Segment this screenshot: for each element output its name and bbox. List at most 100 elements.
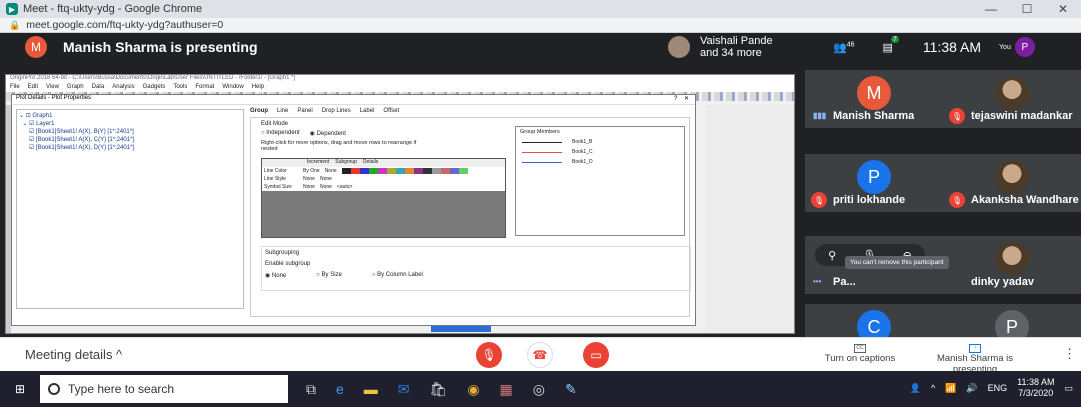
address-bar[interactable]: 🔒 meet.google.com/ftq-ukty-ydg?authuser=… [0, 18, 1081, 33]
subgroup-option-radio[interactable]: ○ By Column Label [372, 272, 423, 279]
dialog-help-button[interactable]: ? [674, 96, 677, 102]
origin-menu-item[interactable]: Analysis [112, 84, 134, 92]
group-members-box[interactable]: Group Members Book1_B Book1_C Book1_D [515, 126, 685, 236]
subgroup-option-radio[interactable]: ○ By Size [316, 272, 342, 279]
mic-off-button[interactable]: 🎙 [476, 342, 502, 368]
group-member[interactable]: Book1_D [522, 159, 678, 165]
color-swatch[interactable] [368, 168, 378, 174]
color-swatch[interactable] [386, 168, 396, 174]
leave-call-button[interactable]: ☎ [527, 342, 553, 368]
tab-label[interactable]: Label [360, 108, 375, 114]
file-explorer-icon[interactable]: ▬ [364, 381, 378, 397]
origin-menu-item[interactable]: Gadgets [143, 84, 166, 92]
minimize-button[interactable]: — [973, 0, 1009, 18]
independent-radio[interactable]: ○ Independent [261, 130, 300, 137]
grid-subgroup[interactable]: None [320, 176, 332, 182]
color-swatch[interactable] [359, 168, 369, 174]
dialog-close-button[interactable]: ✕ [684, 96, 689, 102]
tree-item[interactable]: ☑ [Book1]Sheet1! A(X), B(Y) [1*:2401*] [19, 128, 241, 136]
maximize-button[interactable]: ☐ [1009, 0, 1045, 18]
plot-tree[interactable]: ⌄ ⊡ Graph1 ⌄ ☑ Layer1 ☑ [Book1]Sheet1! A… [16, 109, 244, 309]
origin-menu-item[interactable]: Graph [67, 84, 84, 92]
people-button[interactable]: 👥46 [833, 41, 855, 54]
origin-menu-item[interactable]: Edit [28, 84, 38, 92]
meeting-details-button[interactable]: Meeting details ^ [25, 347, 122, 362]
grid-subgroup[interactable]: None [320, 184, 332, 190]
group-member[interactable]: Book1_C [522, 149, 678, 155]
origin-menu-item[interactable]: Help [252, 84, 264, 92]
people-tray-icon[interactable]: 👤 [910, 383, 921, 394]
group-grid[interactable]: Increment Subgroup Details Line Color By On… [261, 158, 506, 238]
tab-line[interactable]: Line [277, 108, 288, 114]
origin-blue-button[interactable] [431, 326, 491, 332]
color-swatch[interactable] [440, 168, 450, 174]
notifications-icon[interactable]: ▭ [1064, 383, 1073, 394]
color-swatch[interactable] [395, 168, 405, 174]
origin-taskbar-icon[interactable]: ▦ [500, 381, 513, 398]
present-button[interactable]: ↑ Manish Sharma is presenting [930, 341, 1020, 375]
grid-increment[interactable]: By One [303, 168, 320, 174]
color-swatch[interactable] [377, 168, 387, 174]
dependent-radio[interactable]: ◉ Dependent [310, 130, 346, 137]
subgroup-option-radio[interactable]: ◉ None [265, 272, 286, 279]
color-swatch[interactable] [350, 168, 360, 174]
grid-row[interactable]: Line Color By One None [262, 167, 505, 175]
participant-tile[interactable]: M ▮▮▮ Manish Sharma [805, 70, 943, 128]
origin-menu-item[interactable]: Data [92, 84, 105, 92]
origin-menu-item[interactable]: View [46, 84, 59, 92]
camera-off-button[interactable]: ▭ [583, 342, 609, 368]
grid-row[interactable]: Symbol Size None None <auto> [262, 183, 505, 191]
tree-item[interactable]: ⌄ ☑ Layer1 [19, 120, 241, 128]
paint-icon[interactable]: ✎ [565, 381, 577, 398]
color-swatches[interactable] [341, 168, 468, 174]
volume-icon[interactable]: 🔊 [966, 383, 977, 394]
origin-menu-item[interactable]: Window [222, 84, 243, 92]
color-swatch[interactable] [341, 168, 351, 174]
close-button[interactable]: ✕ [1045, 0, 1081, 18]
more-options-icon[interactable]: ⋮ [1063, 346, 1076, 362]
tab-offset[interactable]: Offset [383, 108, 399, 114]
origin-menu-item[interactable]: File [10, 84, 20, 92]
tab-panel[interactable]: Panel [297, 108, 312, 114]
url-text[interactable]: meet.google.com/ftq-ukty-ydg?authuser=0 [26, 19, 223, 31]
mail-icon[interactable]: ✉ [398, 381, 410, 398]
group-member[interactable]: Book1_B [522, 139, 678, 145]
participant-tile[interactable]: dinky yadav [943, 236, 1081, 294]
taskbar-search[interactable]: Type here to search [40, 375, 288, 403]
tray-expand-icon[interactable]: ^ [931, 383, 935, 393]
color-swatch[interactable] [458, 168, 468, 174]
grid-row[interactable]: Line Style None None [262, 175, 505, 183]
participant-tile[interactable]: 🎙 Akanksha Wandhare [943, 154, 1081, 212]
store-icon[interactable]: 🛍 [430, 381, 448, 398]
grid-increment[interactable]: None [303, 176, 315, 182]
participant-tile[interactable]: 🎙 tejaswini madankar [943, 70, 1081, 128]
grid-subgroup[interactable]: None [325, 168, 337, 174]
color-swatch[interactable] [449, 168, 459, 174]
tree-item[interactable]: ☑ [Book1]Sheet1! A(X), C(Y) [1*:2401*] [19, 136, 241, 144]
language-icon[interactable]: ENG [988, 383, 1008, 393]
more-dots-icon[interactable]: ••• [813, 277, 821, 286]
chat-button[interactable]: ▤ 7 [883, 35, 899, 54]
edge-icon[interactable]: e [336, 381, 344, 397]
origin-menu-item[interactable]: Tools [173, 84, 187, 92]
color-swatch[interactable] [431, 168, 441, 174]
taskbar-clock[interactable]: 11:38 AM 7/3/2020 [1017, 377, 1054, 399]
tab-group[interactable]: Group [250, 108, 268, 114]
grid-increment[interactable]: None [303, 184, 315, 190]
tree-item[interactable]: ⌄ ⊡ Graph1 [19, 112, 241, 120]
color-swatch[interactable] [422, 168, 432, 174]
color-swatch[interactable] [413, 168, 423, 174]
task-view-icon[interactable]: ⧉ [306, 381, 316, 398]
tree-item[interactable]: ☑ [Book1]Sheet1! A(X), D(Y) [1*:2401*] [19, 144, 241, 152]
chrome-icon[interactable]: ◉ [467, 381, 479, 398]
windows-start-icon[interactable]: ⊞ [0, 382, 40, 396]
wifi-icon[interactable]: 📶 [945, 383, 956, 394]
color-swatch[interactable] [404, 168, 414, 174]
participant-tile[interactable]: P 🎙 priti lokhande [805, 154, 943, 212]
self-avatar[interactable]: P [1014, 37, 1035, 57]
media-icon[interactable]: ◎ [533, 381, 545, 398]
taskbar-search-text[interactable]: Type here to search [68, 382, 174, 396]
captions-button[interactable]: CC Turn on captions [815, 341, 905, 364]
pin-icon[interactable]: ⚲ [828, 249, 836, 262]
origin-menu-item[interactable]: Format [195, 84, 214, 92]
